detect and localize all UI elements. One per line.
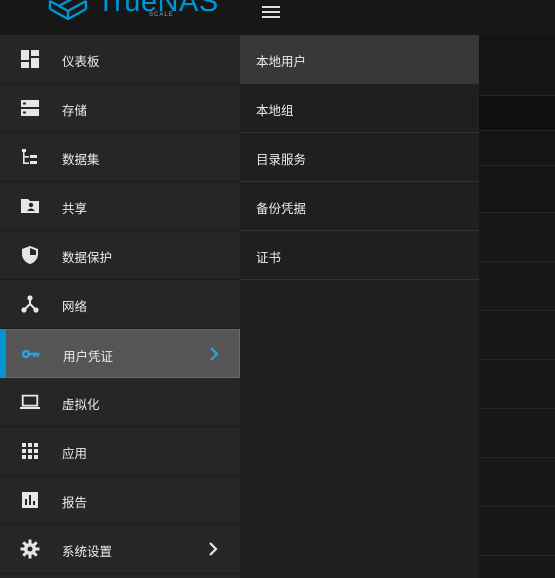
table-row — [479, 359, 555, 360]
submenu-item-certificates[interactable]: 证书 — [240, 231, 479, 280]
storage-icon — [21, 100, 39, 116]
sidebar-item-label: 应用 — [62, 446, 88, 461]
truenas-logo-mark-icon — [48, 0, 88, 21]
submenu-item-label: 目录服务 — [256, 152, 307, 167]
page-content-background — [479, 35, 555, 578]
submenu-item-label: 本地组 — [256, 103, 294, 118]
sidebar-item-datasets[interactable]: 数据集 — [0, 133, 240, 182]
sidebar-item-dashboard[interactable]: 仪表板 — [0, 35, 240, 84]
submenu-item-directory-services[interactable]: 目录服务 — [240, 133, 479, 182]
submenu-item-local-groups[interactable]: 本地组 — [240, 84, 479, 133]
submenu-item-local-users[interactable]: 本地用户 — [240, 35, 479, 84]
network-icon — [21, 295, 39, 313]
truenas-logo[interactable]: TrueNAS SCALE — [48, 0, 218, 35]
table-row — [479, 555, 555, 556]
menu-toggle-icon[interactable] — [262, 4, 282, 20]
submenu-item-backup-credentials[interactable]: 备份凭据 — [240, 182, 479, 231]
table-divider — [479, 130, 555, 131]
submenu-item-label: 备份凭据 — [256, 201, 307, 216]
sidebar-item-virtualization[interactable]: 虚拟化 — [0, 378, 240, 427]
sidebar-nav: 仪表板 存储 数据集 共享 数据保护 网络 用户凭证 虚拟化 应用 报告 系统设… — [0, 35, 240, 578]
sidebar-item-system-settings[interactable]: 系统设置 — [0, 525, 240, 574]
gear-icon — [20, 539, 40, 559]
table-body — [479, 212, 555, 578]
table-divider — [479, 165, 555, 166]
key-icon — [21, 349, 40, 359]
shield-icon — [22, 246, 38, 264]
shares-icon — [21, 199, 39, 213]
active-indicator — [0, 329, 6, 378]
sidebar-item-label: 虚拟化 — [62, 397, 100, 412]
table-header — [479, 95, 555, 130]
sidebar-item-label: 共享 — [62, 201, 88, 216]
sidebar-item-credentials[interactable]: 用户凭证 — [0, 329, 240, 378]
table-row — [479, 261, 555, 262]
sidebar-item-storage[interactable]: 存储 — [0, 84, 240, 133]
submenu-item-label: 证书 — [256, 250, 282, 265]
apps-grid-icon — [22, 443, 38, 459]
table-row — [479, 310, 555, 311]
top-toolbar: TrueNAS SCALE — [0, 0, 555, 35]
dashboard-icon — [21, 50, 39, 68]
submenu-item-label: 本地用户 — [256, 54, 307, 69]
sidebar-item-apps[interactable]: 应用 — [0, 427, 240, 476]
sidebar-item-label: 用户凭证 — [63, 349, 114, 364]
sidebar-item-label: 网络 — [62, 299, 88, 314]
sidebar-item-label: 仪表板 — [62, 54, 100, 69]
sidebar-item-label: 数据保护 — [62, 250, 113, 265]
sidebar-item-label: 数据集 — [62, 152, 100, 167]
table-row — [479, 457, 555, 458]
credentials-submenu: 本地用户 本地组 目录服务 备份凭据 证书 — [240, 35, 479, 578]
chevron-right-icon — [209, 542, 218, 556]
sidebar-item-data-protection[interactable]: 数据保护 — [0, 231, 240, 280]
laptop-icon — [20, 394, 40, 409]
sidebar-item-label: 报告 — [62, 495, 88, 510]
datasets-icon — [22, 149, 37, 164]
sidebar-item-label: 系统设置 — [62, 544, 113, 559]
sidebar-item-reporting[interactable]: 报告 — [0, 476, 240, 525]
chevron-right-icon — [210, 347, 219, 361]
reports-icon — [22, 492, 38, 508]
table-row — [479, 506, 555, 507]
sidebar-item-shares[interactable]: 共享 — [0, 182, 240, 231]
sidebar-item-label: 存储 — [62, 103, 88, 118]
sidebar-item-network[interactable]: 网络 — [0, 280, 240, 329]
brand-edition: SCALE — [149, 12, 174, 18]
table-row — [479, 408, 555, 409]
